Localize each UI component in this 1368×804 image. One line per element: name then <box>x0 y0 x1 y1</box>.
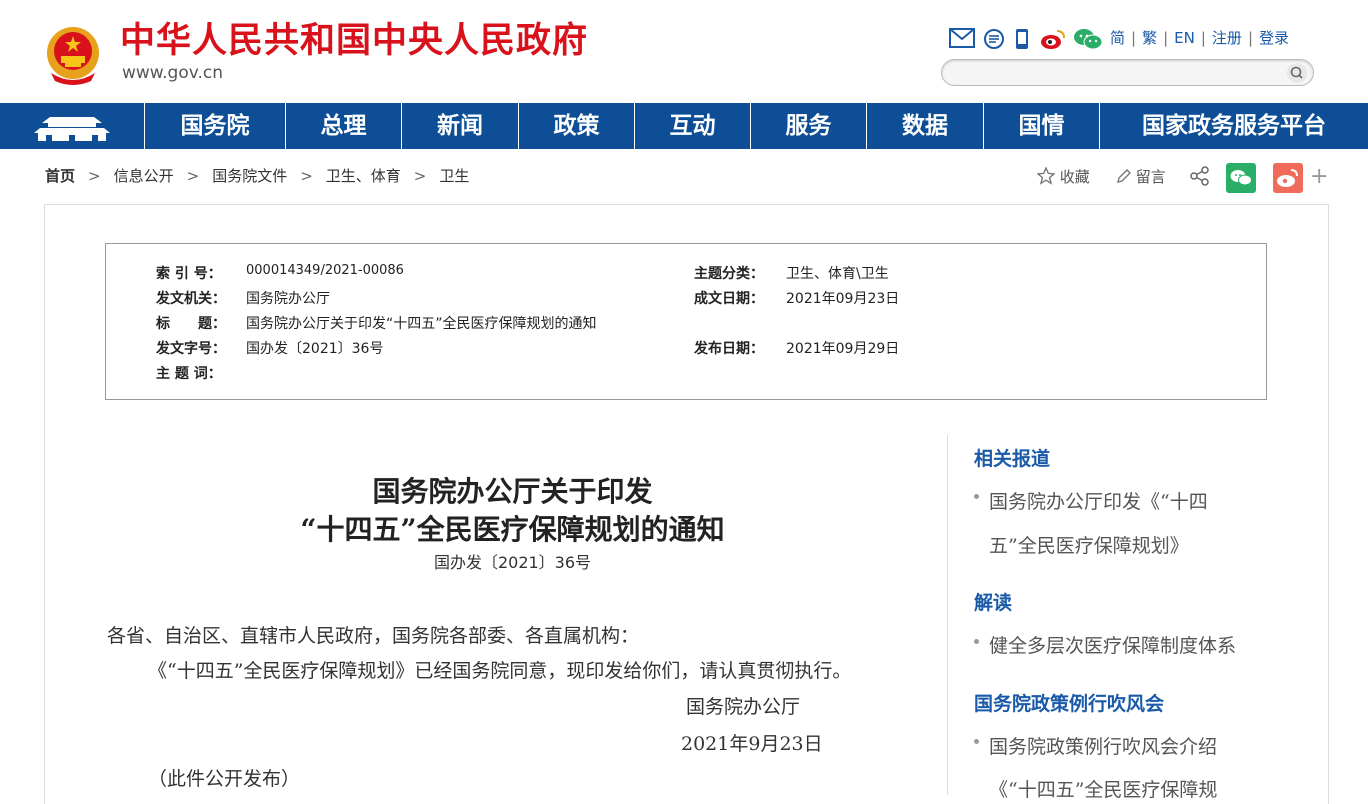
language-links: 简 | 繁 | EN | 注册 | 登录 <box>1110 29 1290 47</box>
chevron-right-icon: > <box>300 167 313 185</box>
list-bullet <box>974 739 979 744</box>
nav-news[interactable]: 新闻 <box>402 103 519 149</box>
chevron-right-icon: > <box>186 167 200 185</box>
lang-simplified-link[interactable]: 简 <box>1110 29 1125 47</box>
lang-english-link[interactable]: EN <box>1174 29 1195 47</box>
policy-briefing-link[interactable]: 国务院政策例行吹风会介绍 <box>989 732 1217 759</box>
lang-traditional-link[interactable]: 繁 <box>1142 29 1157 47</box>
document-note: （此件公开发布） <box>148 768 301 790</box>
chevron-right-icon: > <box>88 167 101 185</box>
policy-briefing-link-cont[interactable]: 《“十四五”全民医疗保障规 <box>989 775 1217 802</box>
column-divider <box>947 435 948 795</box>
national-emblem-icon <box>45 25 101 85</box>
nav-national-conditions[interactable]: 国情 <box>984 103 1100 149</box>
nav-home-button[interactable] <box>0 103 145 149</box>
mail-icon[interactable] <box>949 28 975 48</box>
nav-premier[interactable]: 总理 <box>286 103 402 149</box>
search-icon <box>1290 66 1303 79</box>
mobile-icon[interactable] <box>1014 28 1036 49</box>
index-label: 索 引 号： <box>156 266 222 282</box>
doc-number-label: 发文字号： <box>156 341 226 357</box>
search-input[interactable] <box>941 59 1314 86</box>
document-date: 2021年9月23日 <box>681 733 823 755</box>
message-icon[interactable] <box>983 28 1005 49</box>
site-domain: www.gov.cn <box>122 63 224 83</box>
breadcrumb-council-documents[interactable]: 国务院文件 <box>212 167 287 185</box>
list-bullet <box>974 639 979 644</box>
favorite-label: 收藏 <box>1059 168 1090 186</box>
share-icon <box>1190 166 1209 186</box>
star-icon <box>1036 166 1056 185</box>
related-report-link[interactable]: 国务院办公厅印发《“十四 <box>989 487 1208 514</box>
issuer-value: 国务院办公厅 <box>246 291 330 307</box>
register-link[interactable]: 注册 <box>1212 29 1242 47</box>
wechat-icon <box>1226 163 1256 193</box>
tiananmen-icon <box>34 117 110 141</box>
publish-date-label: 发布日期： <box>694 341 764 357</box>
document-body: 《“十四五”全民医疗保障规划》已经国务院同意，现印发给你们，请认真贯彻执行。 <box>148 660 852 682</box>
comment-button[interactable]: 留言 <box>1115 163 1166 191</box>
nav-state-council[interactable]: 国务院 <box>145 103 286 149</box>
topic-label: 主题分类： <box>694 266 764 282</box>
chevron-right-icon: > <box>413 167 427 185</box>
publish-date-value: 2021年09月29日 <box>786 341 900 357</box>
document-title-line1: 国务院办公厅关于印发 <box>372 475 653 508</box>
related-report-link-cont[interactable]: 五”全民医疗保障规划》 <box>989 531 1189 558</box>
wechat-icon[interactable] <box>1073 28 1103 50</box>
nav-policy[interactable]: 政策 <box>519 103 635 149</box>
topic-value: 卫生、体育\卫生 <box>786 266 889 282</box>
main-nav: 国务院 总理 新闻 政策 互动 服务 数据 国情 国家政务服务平台 <box>0 103 1368 149</box>
favorite-button[interactable]: 收藏 <box>1036 163 1090 191</box>
index-value: 000014349/2021-00086 <box>246 263 404 278</box>
breadcrumb-health[interactable]: 卫生 <box>439 167 469 185</box>
breadcrumb-home[interactable]: 首页 <box>45 167 75 185</box>
related-reports-heading: 相关报道 <box>974 448 1051 470</box>
nav-services[interactable]: 服务 <box>751 103 867 149</box>
nav-gov-service-platform[interactable]: 国家政务服务平台 <box>1100 103 1368 149</box>
search-button[interactable] <box>1287 63 1307 83</box>
share-tools: 收藏 留言 + <box>1036 163 1328 196</box>
share-weibo-button[interactable] <box>1273 163 1303 202</box>
written-date-label: 成文日期： <box>694 291 764 307</box>
breadcrumb-info-disclosure[interactable]: 信息公开 <box>114 167 174 185</box>
share-button[interactable] <box>1189 165 1211 196</box>
document-title-line2: “十四五”全民医疗保障规划的通知 <box>300 513 725 546</box>
weibo-icon[interactable] <box>1040 28 1065 49</box>
nav-interaction[interactable]: 互动 <box>635 103 751 149</box>
issuer-label: 发文机关： <box>156 291 226 307</box>
comment-label: 留言 <box>1135 168 1166 186</box>
keywords-label: 主 题 词： <box>156 366 222 382</box>
site-title[interactable]: 中华人民共和国中央人民政府 <box>120 20 588 62</box>
title-label: 标 题： <box>156 316 226 332</box>
list-bullet <box>974 494 979 499</box>
interpretation-link[interactable]: 健全多层次医疗保障制度体系 <box>989 631 1236 658</box>
pencil-icon <box>1117 169 1131 183</box>
doc-number-value: 国办发〔2021〕36号 <box>246 341 384 357</box>
document-signature: 国务院办公厅 <box>686 696 801 718</box>
nav-data[interactable]: 数据 <box>867 103 984 149</box>
breadcrumb: 首页 > 信息公开 > 国务院文件 > 卫生、体育 > 卫生 <box>45 166 469 186</box>
breadcrumb-health-sports[interactable]: 卫生、体育 <box>326 167 401 185</box>
document-salutation: 各省、自治区、直辖市人民政府，国务院各部委、各直属机构： <box>107 625 640 647</box>
title-value: 国务院办公厅关于印发“十四五”全民医疗保障规划的通知 <box>246 316 597 332</box>
document-metadata: 索 引 号： 000014349/2021-00086 主题分类： 卫生、体育\… <box>105 243 1267 400</box>
share-wechat-button[interactable] <box>1226 163 1256 202</box>
document-number: 国办发〔2021〕36号 <box>433 553 592 572</box>
weibo-icon <box>1273 163 1303 193</box>
more-share-icon[interactable]: + <box>1310 163 1328 191</box>
interpretation-heading: 解读 <box>974 592 1013 614</box>
login-link[interactable]: 登录 <box>1259 29 1289 47</box>
written-date-value: 2021年09月23日 <box>786 291 900 307</box>
policy-briefing-heading: 国务院政策例行吹风会 <box>974 693 1165 715</box>
